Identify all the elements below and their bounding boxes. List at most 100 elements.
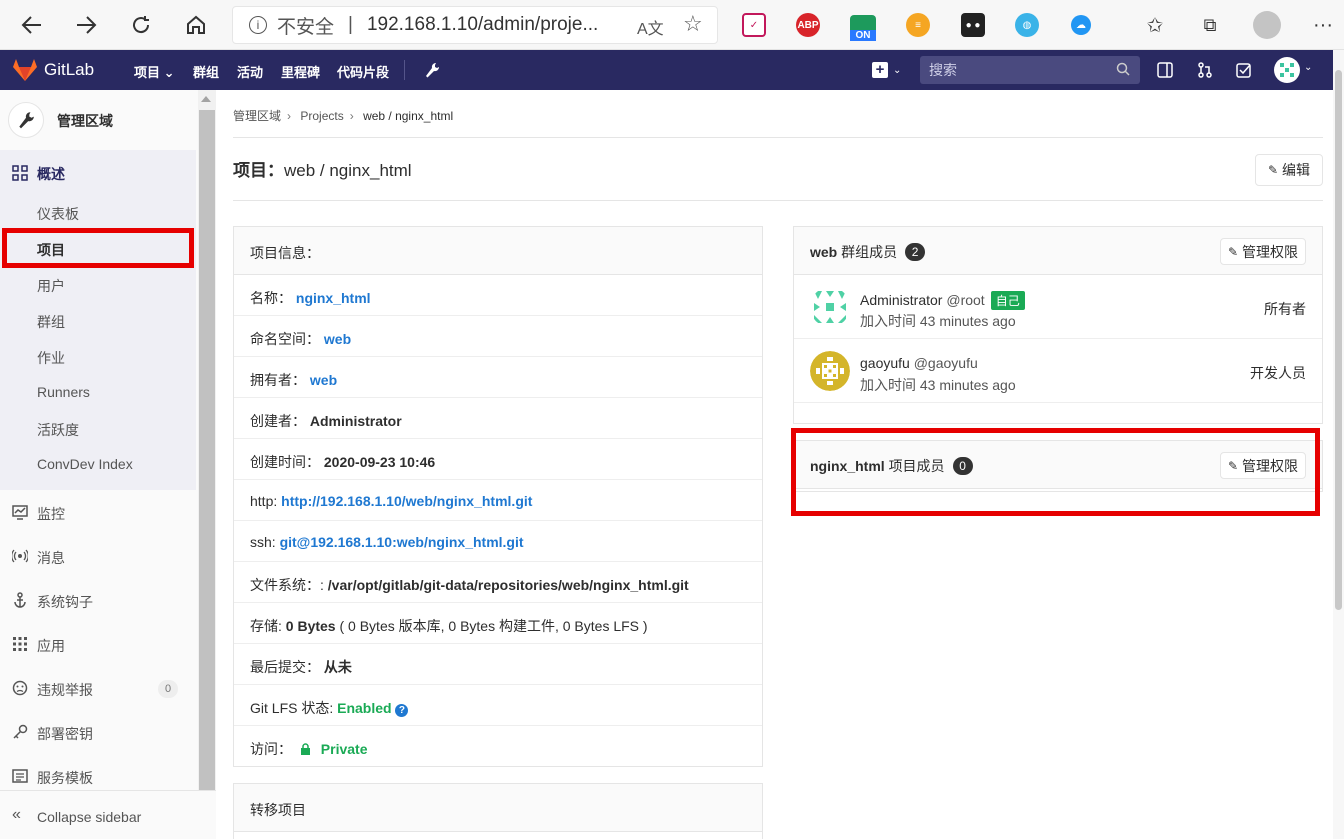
info-row-namespace: 命名空间： web — [234, 316, 762, 357]
merge-request-icon[interactable] — [1197, 62, 1213, 78]
nav-divider — [404, 60, 405, 80]
tampermonkey-extension-icon[interactable]: ● ● — [961, 13, 985, 37]
admin-wrench-icon[interactable] — [424, 61, 440, 79]
member-name: Administrator @root 自己 — [860, 291, 1025, 310]
back-arrow-icon[interactable] — [17, 10, 47, 40]
info-row-lfs: Git LFS 状态: Enabled ? — [234, 685, 762, 726]
page-scrollbar-thumb[interactable] — [1335, 70, 1342, 610]
nav-activity[interactable]: 活动 — [237, 62, 263, 81]
filesystem-value: /var/opt/gitlab/git-data/repositories/we… — [327, 577, 689, 593]
visibility-value: Private — [320, 741, 368, 757]
bookmark-extension-icon[interactable]: ≡ — [906, 13, 930, 37]
new-item-dropdown[interactable]: + ⌄ — [872, 61, 902, 79]
sidebar-item-system-hooks[interactable]: 系统钩子 — [37, 592, 93, 612]
member-since: 加入时间 43 minutes ago — [860, 313, 1016, 329]
nav-snippets[interactable]: 代码片段 — [337, 62, 389, 81]
sidebar-item-users[interactable]: 用户 — [37, 276, 65, 296]
page-scrollbar[interactable] — [1333, 50, 1344, 839]
sidebar-header[interactable]: 管理区域 — [0, 90, 196, 150]
transfer-project-panel: 转移项目 — [233, 783, 763, 839]
sidebar-item-dashboard[interactable]: 仪表板 — [37, 204, 79, 224]
group-name: web — [810, 244, 838, 260]
storage-value: 0 Bytes — [285, 618, 336, 634]
sidebar-scrollbar-thumb[interactable] — [199, 110, 215, 795]
cloud-extension-icon[interactable]: ☁ — [1071, 15, 1091, 35]
edit-icon: ✎ — [1267, 163, 1279, 177]
namespace-link[interactable]: web — [324, 331, 351, 347]
collections-icon[interactable]: ⧉ — [1195, 10, 1225, 40]
member-role: 所有者 — [1264, 301, 1306, 317]
storage-detail: ( 0 Bytes 版本库, 0 Bytes 构建工件, 0 Bytes LFS… — [339, 618, 648, 634]
overview-section: 概述 仪表板 项目 用户 群组 作业 Runners 活跃度 ConvDev I… — [0, 150, 196, 490]
gitlab-logo-icon[interactable] — [12, 58, 38, 82]
member-avatar[interactable] — [810, 287, 850, 327]
gitlab-brand[interactable]: GitLab — [44, 60, 94, 80]
edit-button[interactable]: ✎ 编辑 — [1255, 154, 1323, 186]
help-question-icon[interactable]: ? — [395, 704, 409, 717]
forward-arrow-icon[interactable] — [71, 10, 101, 40]
scroll-up-arrow-icon[interactable] — [201, 96, 211, 102]
last-commit-value: 从未 — [323, 659, 352, 675]
globe-extension-icon[interactable]: ◍ — [1015, 13, 1039, 37]
project-name-link[interactable]: nginx_html — [296, 290, 371, 306]
chevron-right-icon: › — [349, 109, 354, 123]
apps-grid-icon — [13, 637, 27, 651]
favorite-star-icon[interactable]: ☆ — [683, 11, 703, 37]
owner-link[interactable]: web — [310, 372, 337, 388]
double-chevron-left-icon: « — [12, 806, 21, 823]
sidebar-item-abuse-reports[interactable]: 违规举报 — [37, 680, 93, 700]
more-menu-icon[interactable]: ··· — [1308, 10, 1338, 40]
abuse-face-icon — [12, 680, 28, 696]
ssh-url-link[interactable]: git@192.168.1.10:web/nginx_html.git — [280, 534, 524, 550]
breadcrumb-current[interactable]: web / nginx_html — [363, 109, 453, 123]
user-menu[interactable]: ⌄ — [1274, 57, 1314, 83]
nav-groups[interactable]: 群组 — [193, 62, 219, 81]
sidebar-item-activity[interactable]: 活跃度 — [37, 420, 79, 440]
member-avatar[interactable] — [810, 351, 850, 391]
wrench-icon — [19, 112, 34, 129]
sidebar-item-monitoring[interactable]: 监控 — [37, 504, 65, 524]
home-icon[interactable] — [181, 10, 211, 40]
url-text[interactable]: 192.168.1.10/admin/proje... — [367, 14, 598, 36]
breadcrumb-projects[interactable]: Projects — [300, 109, 343, 123]
search-input[interactable] — [920, 56, 1110, 84]
divider — [233, 200, 1323, 201]
nav-milestones[interactable]: 里程碑 — [281, 62, 320, 81]
grid-icon — [12, 165, 28, 181]
issues-sidebar-icon[interactable] — [1157, 62, 1173, 78]
toggle-on-extension-icon[interactable]: ON — [850, 15, 876, 41]
sidebar-item-service-templates[interactable]: 服务模板 — [37, 768, 93, 788]
sidebar-item-overview[interactable]: 概述 — [37, 164, 65, 184]
sidebar-item-deploy-keys[interactable]: 部署密钥 — [37, 724, 93, 744]
favorites-list-icon[interactable]: ✩ — [1140, 10, 1170, 40]
collapse-sidebar-button[interactable]: « Collapse sidebar — [0, 790, 216, 839]
member-role: 开发人员 — [1250, 365, 1306, 381]
sidebar-item-jobs[interactable]: 作业 — [37, 348, 65, 368]
sidebar-item-messages[interactable]: 消息 — [37, 548, 65, 568]
anchor-icon — [14, 592, 26, 608]
search-field[interactable] — [920, 56, 1140, 84]
user-avatar-icon — [1274, 57, 1300, 83]
profile-avatar-icon[interactable] — [1252, 10, 1282, 40]
http-url-link[interactable]: http://192.168.1.10/web/nginx_html.git — [281, 493, 532, 509]
broadcast-icon — [12, 549, 28, 563]
sidebar-item-applications[interactable]: 应用 — [37, 636, 65, 656]
translate-icon[interactable]: A文 — [637, 15, 664, 39]
pocket-extension-icon[interactable]: ✓ — [742, 13, 766, 37]
todo-checkbox-icon[interactable] — [1236, 62, 1252, 78]
reload-icon[interactable] — [126, 10, 156, 40]
search-icon[interactable] — [1116, 62, 1130, 76]
creator-value: Administrator — [309, 413, 402, 429]
breadcrumb-admin[interactable]: 管理区域 — [233, 109, 281, 123]
page-title: 项目：web / nginx_html — [233, 161, 412, 180]
manage-group-access-button[interactable]: ✎ 管理权限 — [1220, 238, 1306, 265]
nav-projects[interactable]: 项目 ⌄ — [134, 62, 175, 81]
sidebar-item-groups[interactable]: 群组 — [37, 312, 65, 332]
info-icon[interactable]: i — [249, 16, 267, 34]
sidebar-item-convdev-index[interactable]: ConvDev Index — [37, 456, 133, 472]
sidebar-item-runners[interactable]: Runners — [37, 384, 90, 400]
key-icon — [13, 724, 28, 739]
adblock-extension-icon[interactable]: ABP — [796, 13, 820, 37]
address-bar[interactable]: i 不安全 | 192.168.1.10/admin/proje... A文 ☆ — [232, 6, 718, 44]
monitor-icon — [12, 505, 28, 520]
